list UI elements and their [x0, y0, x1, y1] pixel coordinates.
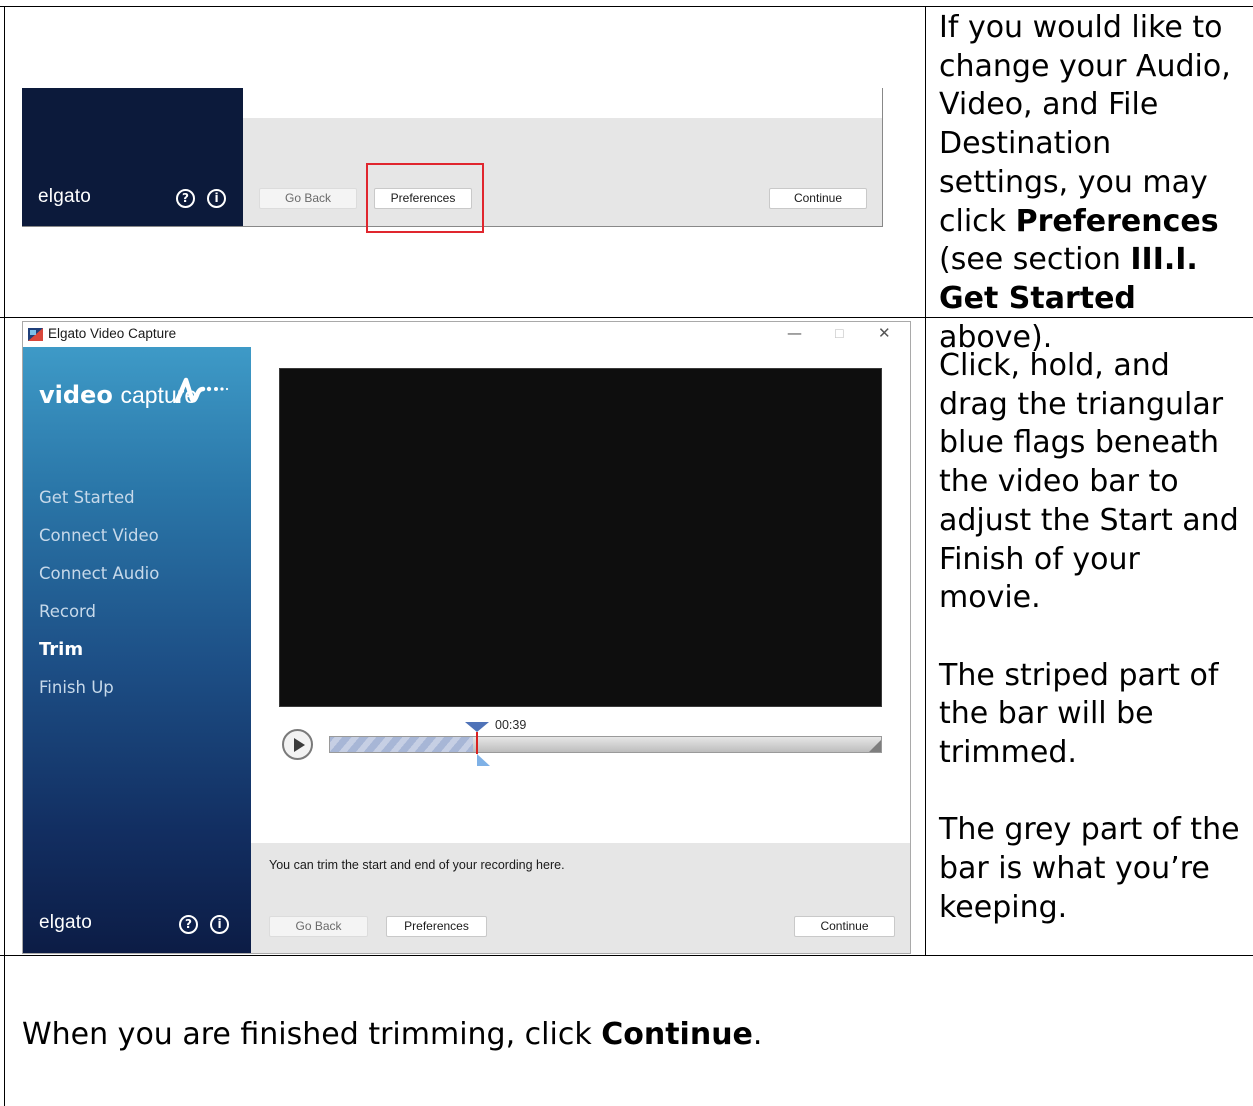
help-icon[interactable]: ? — [179, 915, 198, 934]
nav-get-started[interactable]: Get Started — [39, 488, 135, 507]
trim-timeline[interactable] — [329, 736, 882, 753]
row2-paragraph-1: Click, hold, and drag the triangular blu… — [939, 348, 1239, 616]
elgato-logo: elgato — [39, 912, 92, 933]
nav-finish-up[interactable]: Finish Up — [39, 678, 114, 697]
nav-record[interactable]: Record — [39, 602, 96, 621]
screenshot-sidebar: elgato ? i — [22, 88, 243, 227]
row2-paragraph-2: The striped part of the bar will be trim… — [939, 657, 1219, 771]
maximize-icon[interactable]: ☐ — [834, 327, 845, 341]
title-bar: Elgato Video Capture — ☐ ✕ — [23, 322, 910, 347]
playhead-marker-icon[interactable] — [465, 722, 489, 732]
nav-trim[interactable]: Trim — [39, 639, 83, 660]
row3-instruction: When you are finished trimming, click Co… — [22, 1016, 1222, 1055]
table-border-middle — [925, 6, 926, 956]
continue-button[interactable]: Continue — [794, 916, 895, 937]
help-icon[interactable]: ? — [176, 189, 195, 208]
table-border-row2 — [0, 955, 1253, 956]
app-icon — [28, 328, 43, 341]
screenshot-right-edge — [882, 88, 883, 227]
info-icon[interactable]: i — [210, 915, 229, 934]
bottom-panel: You can trim the start and end of your r… — [251, 843, 910, 953]
screenshot-bottom-panel: Go Back Preferences Continue — [243, 118, 883, 227]
end-trim-handle[interactable] — [869, 740, 881, 752]
row2-paragraph-3: The grey part of the bar is what you’re … — [939, 812, 1240, 925]
go-back-button[interactable]: Go Back — [269, 916, 368, 937]
brand-bold: video — [39, 381, 113, 409]
start-trim-flag-icon[interactable] — [477, 754, 490, 766]
waveform-logo-icon — [174, 377, 229, 403]
preferences-highlight-box — [366, 163, 484, 233]
row1-text-part2: (see section — [939, 242, 1131, 278]
screenshot-content-top — [243, 88, 883, 118]
row3-text-part2: . — [752, 1017, 763, 1052]
close-icon[interactable]: ✕ — [878, 324, 891, 342]
row3-text-bold-continue: Continue — [601, 1017, 753, 1052]
info-icon[interactable]: i — [207, 189, 226, 208]
video-preview — [279, 368, 882, 707]
preferences-button[interactable]: Preferences — [386, 916, 487, 937]
continue-button[interactable]: Continue — [769, 188, 867, 209]
row2-instruction: Click, hold, and drag the triangular blu… — [939, 347, 1244, 928]
main-content: 00:39 You can trim the start and end of … — [251, 347, 910, 953]
minimize-icon[interactable]: — — [787, 324, 802, 342]
trimmed-striped-region — [330, 737, 473, 752]
playhead-line — [476, 732, 478, 754]
table-border-top — [0, 6, 1253, 7]
nav-connect-video[interactable]: Connect Video — [39, 526, 159, 545]
sidebar: video capture Get Started Connect Video … — [23, 347, 251, 953]
elgato-logo: elgato — [38, 186, 91, 207]
trim-hint-text: You can trim the start and end of your r… — [269, 858, 565, 872]
row3-text-part1: When you are finished trimming, click — [22, 1017, 602, 1052]
row1-text-bold-preferences: Preferences — [1015, 203, 1219, 239]
elgato-video-capture-window: Elgato Video Capture — ☐ ✕ video capture… — [22, 321, 911, 954]
play-button[interactable] — [282, 729, 313, 760]
window-title: Elgato Video Capture — [48, 326, 177, 341]
nav-connect-audio[interactable]: Connect Audio — [39, 564, 159, 583]
timecode-label: 00:39 — [495, 718, 527, 732]
row1-instruction: If you would like to change your Audio, … — [939, 9, 1244, 357]
table-border-left — [4, 6, 5, 1106]
go-back-button[interactable]: Go Back — [259, 188, 357, 209]
